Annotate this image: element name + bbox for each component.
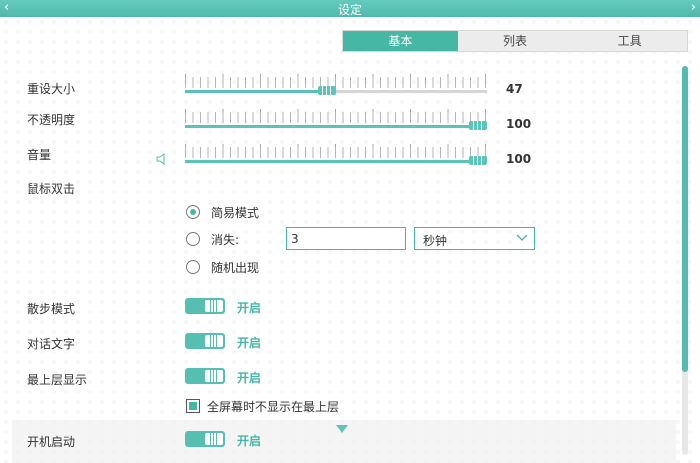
- slider-fill: [185, 90, 328, 93]
- slider-fill: [185, 125, 478, 128]
- radio-simple-mode-label: 简易模式: [211, 206, 260, 220]
- tab-basic[interactable]: 基本: [343, 31, 458, 51]
- radio-random-appear-label: 随机出现: [211, 261, 260, 275]
- fullscreen-hide-checkbox[interactable]: [186, 399, 200, 413]
- forward-arrow-icon[interactable]: ›: [691, 0, 696, 15]
- opacity-value: 100: [506, 117, 532, 131]
- toggle-knob: [205, 370, 223, 382]
- startup-state: 开启: [237, 434, 262, 448]
- volume-value: 100: [506, 152, 532, 166]
- toggle-knob: [205, 433, 223, 445]
- walk-mode-state: 开启: [237, 301, 262, 315]
- always-on-top-state: 开启: [237, 371, 262, 385]
- slider-thumb[interactable]: [469, 156, 487, 165]
- chevron-down-icon: [516, 234, 528, 241]
- speaker-icon[interactable]: [156, 153, 166, 165]
- tab-list[interactable]: 列表: [458, 31, 573, 51]
- slider-ticks: [185, 77, 487, 88]
- slider-ticks: [185, 112, 487, 123]
- disappear-seconds-input[interactable]: [286, 227, 406, 250]
- resize-label: 重设大小: [27, 82, 76, 96]
- startup-label: 开机启动: [27, 435, 76, 449]
- radio-simple-mode[interactable]: [186, 205, 200, 219]
- time-unit-value: 秒钟: [423, 234, 448, 248]
- tab-tools[interactable]: 工具: [572, 31, 687, 51]
- opacity-slider[interactable]: [185, 109, 487, 130]
- walk-mode-label: 散步模式: [27, 302, 76, 316]
- slider-fill: [185, 160, 478, 163]
- slider-thumb[interactable]: [469, 121, 487, 130]
- dialog-text-toggle[interactable]: [185, 333, 225, 349]
- volume-slider[interactable]: [185, 144, 487, 165]
- window-title: 设定: [337, 3, 362, 17]
- fullscreen-hide-label: 全屏幕时不显示在最上层: [207, 400, 340, 414]
- slider-thumb[interactable]: [318, 86, 337, 95]
- radio-random-appear[interactable]: [186, 260, 200, 274]
- double-click-label: 鼠标双击: [27, 182, 76, 196]
- always-on-top-toggle[interactable]: [185, 368, 225, 384]
- resize-slider[interactable]: [185, 74, 487, 95]
- slider-ticks: [185, 147, 487, 158]
- opacity-label: 不透明度: [27, 113, 76, 127]
- toggle-knob: [205, 335, 223, 347]
- dialog-text-state: 开启: [237, 336, 262, 350]
- time-unit-select[interactable]: 秒钟: [414, 227, 535, 250]
- title-bar: ‹ 设定 ›: [0, 0, 700, 17]
- toggle-knob: [205, 300, 223, 312]
- scroll-down-arrow-icon[interactable]: [336, 425, 348, 433]
- startup-toggle[interactable]: [185, 431, 225, 447]
- always-on-top-label: 最上层显示: [27, 373, 88, 387]
- dialog-text-label: 对话文字: [27, 337, 76, 351]
- resize-value: 47: [506, 82, 523, 96]
- radio-disappear-label: 消失:: [211, 233, 240, 247]
- walk-mode-toggle[interactable]: [185, 298, 225, 314]
- radio-disappear[interactable]: [186, 232, 200, 246]
- volume-label: 音量: [27, 148, 52, 162]
- tab-bar: 基本 列表 工具: [342, 30, 688, 52]
- scrollbar-thumb[interactable]: [682, 66, 688, 372]
